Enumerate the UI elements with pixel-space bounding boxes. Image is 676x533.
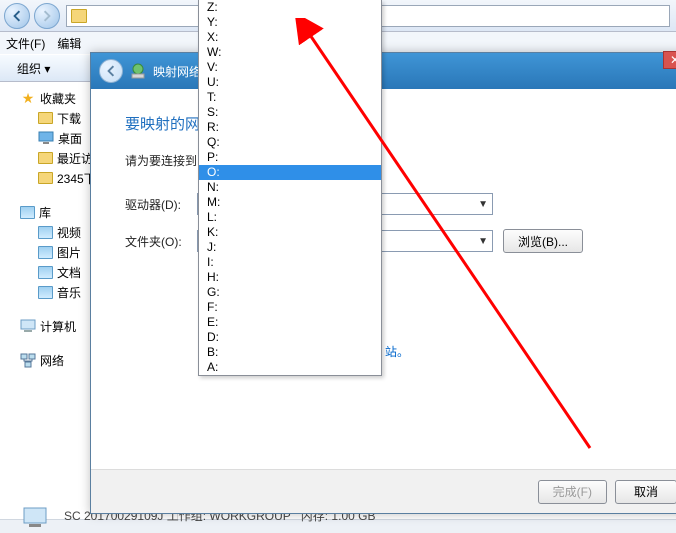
network-icon (20, 353, 36, 367)
sidebar-item-label: 收藏夹 (40, 90, 76, 107)
dialog-back-button[interactable] (99, 59, 123, 83)
drive-option[interactable]: T: (199, 90, 381, 105)
drive-letter-dropdown[interactable]: Z:Y:X:W:V:U:T:S:R:Q:P:O:N:M:L:K:J:I:H:G:… (198, 0, 382, 376)
computer-icon (22, 507, 54, 533)
drive-option[interactable]: S: (199, 105, 381, 120)
finish-button[interactable]: 完成(F) (538, 480, 607, 504)
forward-button[interactable] (34, 3, 60, 29)
video-icon (38, 226, 53, 239)
network-drive-icon (129, 62, 147, 80)
drive-option[interactable]: E: (199, 315, 381, 330)
drive-option[interactable]: A: (199, 360, 381, 375)
sidebar-item-label: 文档 (57, 264, 81, 281)
sidebar-item-label: 音乐 (57, 284, 81, 301)
map-network-drive-dialog: ✕ 映射网络驱 要映射的网 请为要连接到 驱动器(D): ▼ 文件夹(O): ▼… (90, 52, 676, 514)
drive-option[interactable]: W: (199, 45, 381, 60)
drive-option[interactable]: L: (199, 210, 381, 225)
close-button[interactable]: ✕ (663, 51, 676, 69)
sidebar-item-label: 库 (39, 204, 51, 221)
drive-option[interactable]: O: (199, 165, 381, 180)
menu-edit[interactable]: 编辑 (57, 35, 81, 52)
drive-option[interactable]: M: (199, 195, 381, 210)
drive-option[interactable]: U: (199, 75, 381, 90)
star-icon: ★ (20, 91, 36, 105)
dialog-body: 要映射的网 请为要连接到 驱动器(D): ▼ 文件夹(O): ▼ 浏览(B)..… (91, 89, 676, 469)
drive-option[interactable]: Z: (199, 0, 381, 15)
drive-option[interactable]: Q: (199, 135, 381, 150)
folder-label: 文件夹(O): (125, 233, 197, 250)
folder-icon (38, 172, 53, 184)
sidebar-item-label: 网络 (40, 352, 64, 369)
drive-option[interactable]: F: (199, 300, 381, 315)
chevron-down-icon: ▼ (478, 199, 488, 210)
music-icon (38, 286, 53, 299)
drive-option[interactable]: B: (199, 345, 381, 360)
back-button[interactable] (4, 3, 30, 29)
drive-option[interactable]: J: (199, 240, 381, 255)
chevron-down-icon: ▼ (478, 236, 488, 247)
sidebar-item-label: 图片 (57, 244, 81, 261)
drive-option[interactable]: Y: (199, 15, 381, 30)
dialog-footer: 完成(F) 取消 (91, 469, 676, 513)
browse-button[interactable]: 浏览(B)... (503, 229, 583, 253)
drive-option[interactable]: V: (199, 60, 381, 75)
computer-icon (20, 319, 36, 333)
drive-option[interactable]: P: (199, 150, 381, 165)
sidebar-item-label: 视频 (57, 224, 81, 241)
drive-option[interactable]: D: (199, 330, 381, 345)
folder-icon (38, 112, 53, 124)
drive-option[interactable]: N: (199, 180, 381, 195)
menu-file[interactable]: 文件(F) (6, 35, 45, 52)
drive-option[interactable]: K: (199, 225, 381, 240)
website-link[interactable]: 站。 (385, 345, 409, 359)
drive-option[interactable]: I: (199, 255, 381, 270)
organize-button[interactable]: 组织 ▾ (10, 57, 65, 80)
drive-option[interactable]: H: (199, 270, 381, 285)
folder-icon (38, 152, 53, 164)
desktop-icon (38, 131, 54, 145)
cancel-button[interactable]: 取消 (615, 480, 676, 504)
drive-option[interactable]: R: (199, 120, 381, 135)
pictures-icon (38, 246, 53, 259)
drive-option[interactable]: G: (199, 285, 381, 300)
sidebar-item-label: 下载 (57, 110, 81, 127)
documents-icon (38, 266, 53, 279)
folder-icon (71, 9, 87, 23)
sidebar-item-label: 计算机 (40, 318, 76, 335)
dialog-header: 映射网络驱 (91, 53, 676, 89)
sidebar-item-label: 最近访 (57, 150, 93, 167)
sidebar-item-label: 桌面 (58, 130, 82, 147)
drive-label: 驱动器(D): (125, 196, 197, 213)
library-icon (20, 206, 35, 219)
drive-option[interactable]: X: (199, 30, 381, 45)
